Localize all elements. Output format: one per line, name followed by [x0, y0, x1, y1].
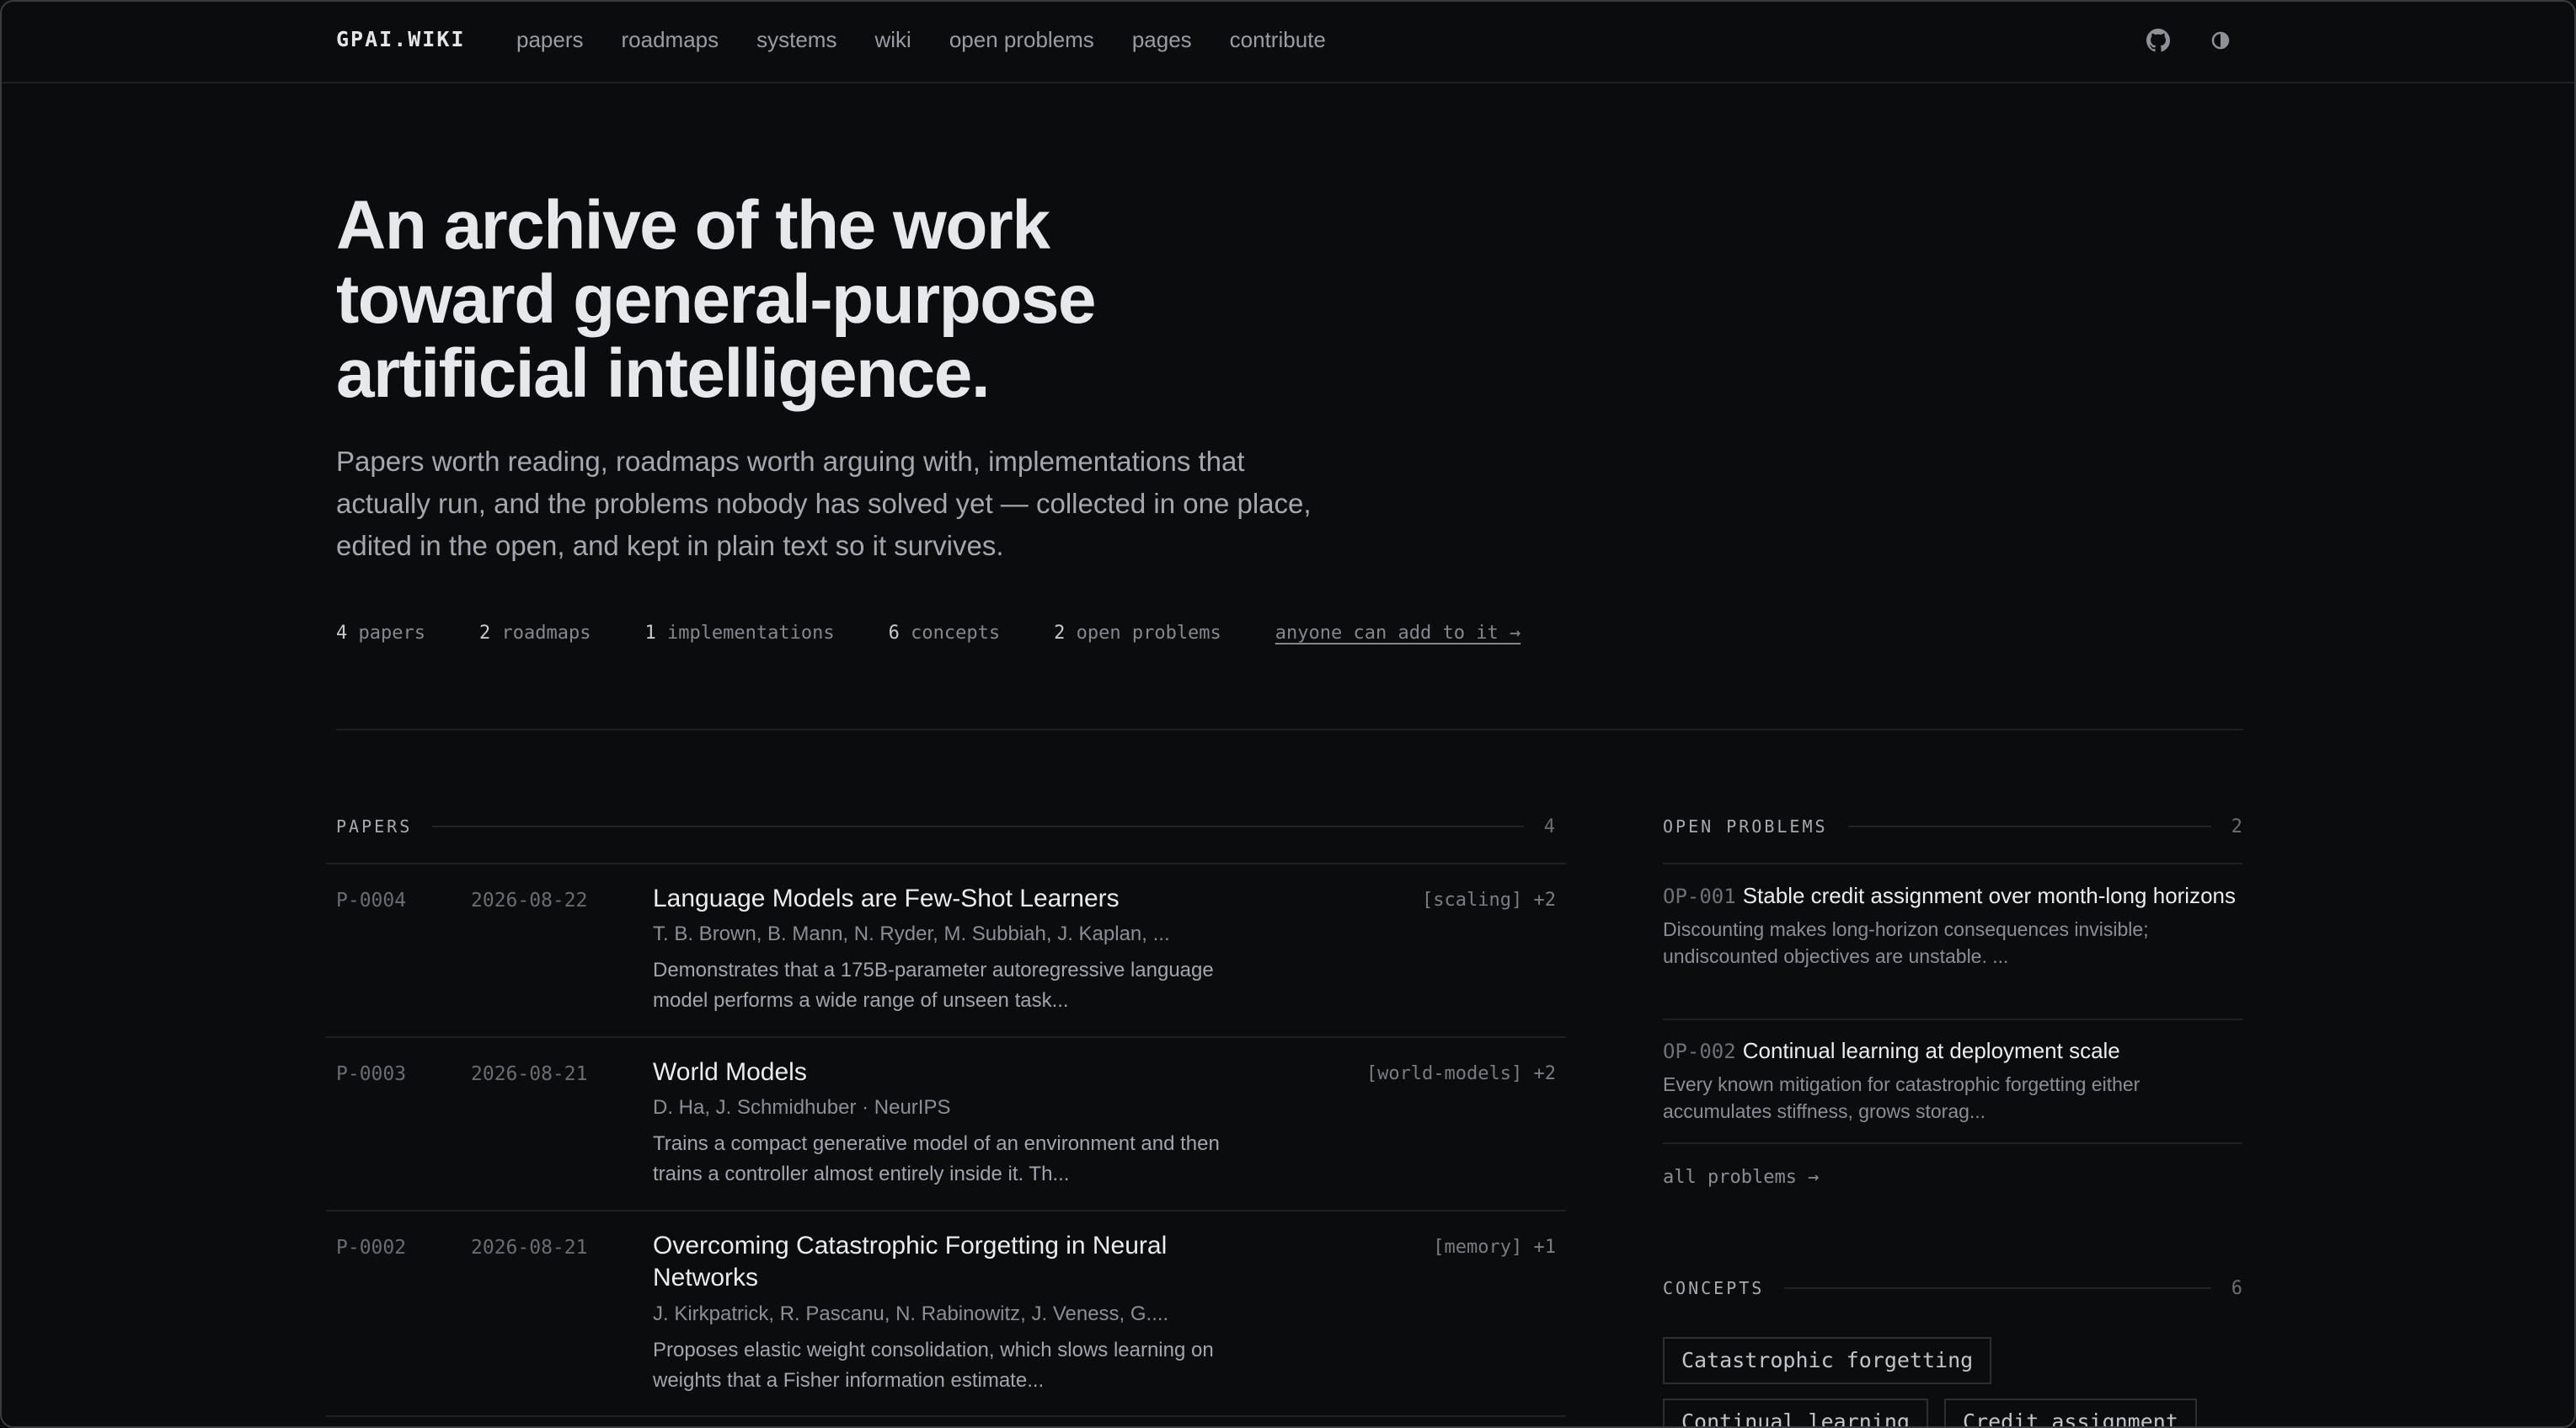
problem-title: Continual learning at deployment scale	[1742, 1038, 2120, 1063]
paper-row[interactable]: P-0004 2026-08-22 Language Models are Fe…	[326, 863, 1566, 1036]
nav-roadmaps[interactable]: roadmaps	[622, 27, 719, 53]
open-problems-label: OPEN PROBLEMS	[1663, 816, 1828, 837]
github-icon[interactable]	[2146, 29, 2170, 52]
paper-title[interactable]: Overcoming Catastrophic Forgetting in Ne…	[653, 1230, 1243, 1294]
nav-systems[interactable]: systems	[756, 27, 836, 53]
page-frame: GPAI.WIKI papers roadmaps systems wiki o…	[0, 0, 2576, 1428]
header-rule	[1847, 826, 2211, 827]
stat-open-problems[interactable]: 2 open problems	[1054, 623, 1221, 644]
paper-row[interactable]: P-0002 2026-08-21 Overcoming Catastrophi…	[326, 1210, 1566, 1415]
paper-title[interactable]: Language Models are Few-Shot Learners	[653, 883, 1243, 915]
problem-description: Discounting makes long-horizon consequen…	[1663, 918, 2149, 967]
site-logo[interactable]: GPAI.WIKI	[336, 27, 465, 51]
problem-heading[interactable]: OP-002 Continual learning at deployment s…	[1663, 1035, 2242, 1067]
paper-date: 2026-08-21	[471, 1063, 588, 1085]
problem-item[interactable]: OP-001 Stable credit assignment over mont…	[1663, 880, 2242, 970]
problem-description: Every known mitigation for catastrophic …	[1663, 1073, 2140, 1122]
hero-subtitle: Papers worth reading, roadmaps worth arg…	[336, 446, 1312, 561]
nav-wiki[interactable]: wiki	[874, 27, 911, 53]
problem-id: OP-002	[1663, 1040, 1736, 1063]
header-rule	[432, 826, 1524, 827]
paper-title[interactable]: World Models	[653, 1056, 1243, 1088]
concept-chip[interactable]: Credit assignment	[1944, 1399, 2197, 1426]
site-stats: 4 papers 2 roadmaps 1 implementations 6 …	[336, 623, 1520, 644]
paper-tags[interactable]: [world-models] +2	[1366, 1063, 1556, 1084]
concept-chip[interactable]: Continual learning	[1663, 1399, 1928, 1426]
papers-section-header: PAPERS 4	[336, 814, 1555, 839]
nav-pages[interactable]: pages	[1132, 27, 1192, 53]
hero-title: An archive of the work toward general-pu…	[336, 189, 1347, 411]
nav-contribute[interactable]: contribute	[1230, 27, 1326, 53]
stat-papers[interactable]: 4 papers	[336, 623, 425, 644]
concepts-section-header: CONCEPTS 6	[1663, 1276, 2242, 1301]
top-navigation-bar: GPAI.WIKI papers roadmaps systems wiki o…	[2, 2, 2574, 83]
stat-concepts[interactable]: 6 concepts	[889, 623, 1000, 644]
paper-authors: D. Ha, J. Schmidhuber · NeurIPS	[653, 1096, 951, 1119]
open-problems-section-header: OPEN PROBLEMS 2	[1663, 814, 2242, 839]
open-problems-count: 2	[2231, 816, 2242, 837]
header-actions	[2146, 29, 2232, 52]
concepts-count: 6	[2231, 1277, 2242, 1299]
row-divider	[326, 1415, 1566, 1417]
paper-date: 2026-08-22	[471, 890, 588, 912]
concepts-label: CONCEPTS	[1663, 1278, 1765, 1298]
paper-tags[interactable]: [scaling] +2	[1422, 890, 1556, 911]
paper-tags[interactable]: [memory] +1	[1433, 1237, 1556, 1258]
nav-open-problems[interactable]: open problems	[949, 27, 1094, 53]
paper-id: P-0004	[336, 890, 407, 912]
problem-item[interactable]: OP-002 Continual learning at deployment s…	[1663, 1035, 2242, 1125]
row-divider	[1663, 1019, 2242, 1020]
problem-id: OP-001	[1663, 885, 1736, 908]
main-nav: papers roadmaps systems wiki open proble…	[516, 27, 1326, 53]
stat-implementations[interactable]: 1 implementations	[644, 623, 834, 644]
all-problems-link[interactable]: all problems →	[1663, 1167, 1819, 1188]
paper-description: Proposes elastic weight consolidation, w…	[653, 1339, 1214, 1392]
row-divider	[1663, 863, 2242, 864]
papers-count: 4	[1543, 816, 1555, 837]
paper-row[interactable]: P-0003 2026-08-21 World Models D. Ha, J.…	[326, 1036, 1566, 1210]
hero-title-line: toward general-purpose	[336, 261, 1097, 338]
stat-roadmaps[interactable]: 2 roadmaps	[479, 623, 591, 644]
paper-authors: J. Kirkpatrick, R. Pascanu, N. Rabinowit…	[653, 1302, 1169, 1325]
hero-title-line: artificial intelligence.	[336, 335, 991, 412]
header-rule	[1784, 1287, 2211, 1289]
problem-heading[interactable]: OP-001 Stable credit assignment over mont…	[1663, 880, 2242, 912]
paper-authors: T. B. Brown, B. Mann, N. Ryder, M. Subbi…	[653, 923, 1170, 945]
paper-description: Demonstrates that a 175B-parameter autor…	[653, 959, 1214, 1012]
contribute-link[interactable]: anyone can add to it →	[1275, 623, 1520, 644]
theme-toggle-icon[interactable]	[2209, 29, 2232, 52]
section-divider	[336, 729, 2243, 730]
nav-papers[interactable]: papers	[516, 27, 584, 53]
paper-id: P-0003	[336, 1063, 407, 1085]
paper-description: Trains a compact generative model of an …	[653, 1132, 1220, 1185]
hero-title-line: An archive of the work	[336, 187, 1050, 264]
paper-id: P-0002	[336, 1237, 407, 1259]
problem-title: Stable credit assignment over month-long…	[1742, 883, 2237, 908]
row-divider	[1663, 1142, 2242, 1144]
paper-date: 2026-08-21	[471, 1237, 588, 1259]
papers-section-label: PAPERS	[336, 816, 413, 837]
concept-chip[interactable]: Catastrophic forgetting	[1663, 1337, 1992, 1384]
